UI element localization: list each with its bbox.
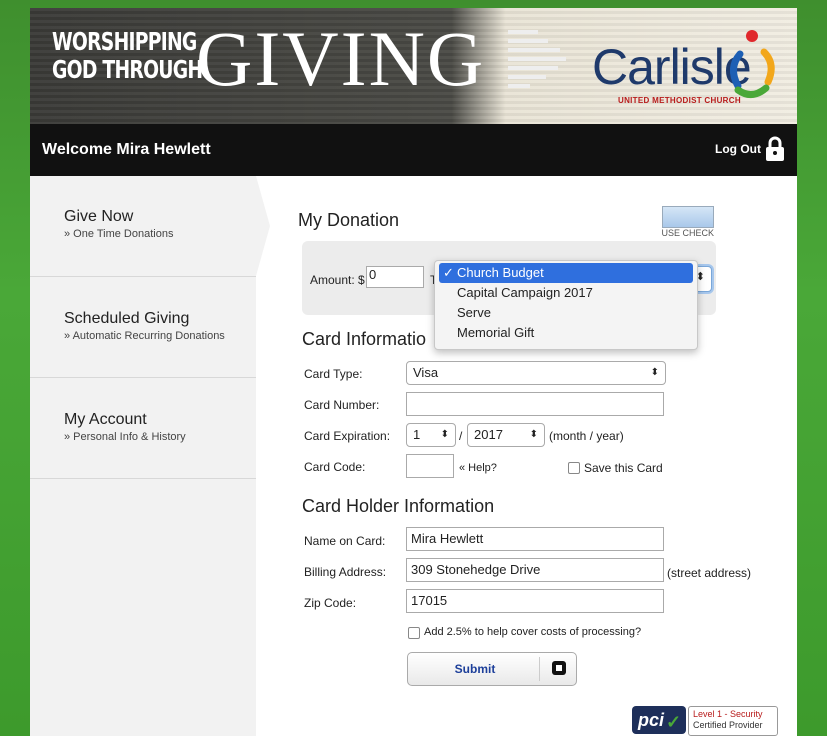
name-on-card-input[interactable]: Mira Hewlett (406, 527, 664, 551)
card-code-input[interactable] (406, 454, 454, 478)
select-arrows-icon: ⬍ (529, 429, 538, 440)
name-on-card-label: Name on Card: (304, 534, 386, 548)
sidebar-item-subtitle: » Personal Info & History (64, 431, 186, 443)
top-bar: Welcome Mira Hewlett Log Out (30, 124, 797, 176)
zip-code-label: Zip Code: (304, 596, 357, 610)
sidebar-item-subtitle: » One Time Donations (64, 228, 174, 240)
banner-giving-title: GIVING (196, 15, 486, 102)
card-type-label: Card Type: (304, 367, 363, 381)
save-card-label: Save this Card (584, 461, 663, 475)
card-holder-heading: Card Holder Information (302, 496, 495, 516)
sidebar-item-title: Scheduled Giving (64, 310, 190, 327)
pci-logo: pci ✓ (632, 706, 686, 734)
expiration-month-select[interactable]: 1 ⬍ (406, 423, 456, 447)
welcome-text: Welcome Mira Hewlett (42, 141, 211, 158)
logout-label: Log Out (715, 142, 761, 156)
checkmark-icon: ✓ (666, 712, 682, 732)
pci-badge: pci ✓ Level 1 - Security Certified Provi… (632, 704, 782, 736)
header-banner: WORSHIPPING GOD THROUGH GIVING Carlisle … (30, 8, 797, 124)
fund-option[interactable]: Serve (435, 303, 697, 323)
logout-button[interactable]: Log Out (715, 136, 785, 162)
banner-tagline: WORSHIPPING GOD THROUGH (52, 27, 203, 84)
billing-address-label: Billing Address: (304, 565, 387, 579)
card-code-label: Card Code: (304, 460, 366, 474)
amount-label: Amount: $ (310, 273, 365, 287)
sidebar-item-subtitle: » Automatic Recurring Donations (64, 330, 225, 342)
checkmark-icon: ✓ (443, 265, 454, 280)
banner-stripes (508, 30, 570, 100)
card-number-label: Card Number: (304, 398, 380, 412)
active-item-arrow (256, 176, 270, 276)
church-logo-icon (730, 30, 775, 98)
expiration-separator: / (459, 429, 463, 443)
expiration-year-select[interactable]: 2017 ⬍ (467, 423, 545, 447)
card-expiration-label: Card Expiration: (304, 429, 391, 443)
lock-icon (766, 136, 784, 161)
check-icon (662, 206, 714, 228)
zip-code-input[interactable]: 17015 (406, 589, 664, 613)
card-number-input[interactable] (406, 392, 664, 416)
cover-fees-checkbox[interactable] (408, 627, 420, 639)
sidebar-item-title: My Account (64, 411, 147, 428)
expiration-hint: (month / year) (549, 429, 624, 443)
select-arrows-icon: ⬍ (440, 429, 449, 440)
sidebar-item-my-account[interactable]: My Account » Personal Info & History (30, 378, 256, 479)
card-type-select[interactable]: Visa ⬍ (406, 361, 666, 385)
address-hint: (street address) (667, 566, 752, 580)
amount-input[interactable]: 0 (366, 266, 424, 288)
card-info-heading: Card Informatio (302, 329, 427, 349)
cover-fees-label: Add 2.5% to help cover costs of processi… (424, 626, 642, 638)
page-frame: WORSHIPPING GOD THROUGH GIVING Carlisle … (30, 8, 797, 736)
fund-dropdown-menu: ✓ Church Budget Capital Campaign 2017 Se… (434, 260, 698, 350)
donation-heading: My Donation (298, 210, 400, 230)
fund-option[interactable]: Capital Campaign 2017 (435, 283, 697, 303)
sidebar-item-give-now[interactable]: Give Now » One Time Donations (30, 176, 256, 277)
fund-option[interactable]: Memorial Gift (435, 323, 697, 343)
submit-arrow-icon (552, 661, 566, 675)
use-check-button[interactable]: USE CHECK (660, 206, 714, 238)
submit-button[interactable]: Submit (407, 652, 577, 686)
billing-address-input[interactable]: 309 Stonehedge Drive (406, 558, 664, 582)
sidebar: Give Now » One Time Donations Scheduled … (30, 176, 256, 736)
sidebar-item-title: Give Now (64, 208, 134, 225)
save-card-checkbox[interactable] (568, 462, 580, 474)
fund-option[interactable]: ✓ Church Budget (439, 263, 693, 283)
sidebar-item-scheduled-giving[interactable]: Scheduled Giving » Automatic Recurring D… (30, 277, 256, 378)
select-arrows-icon: ⬍ (650, 367, 659, 378)
card-code-help-link[interactable]: « Help? (459, 462, 497, 474)
